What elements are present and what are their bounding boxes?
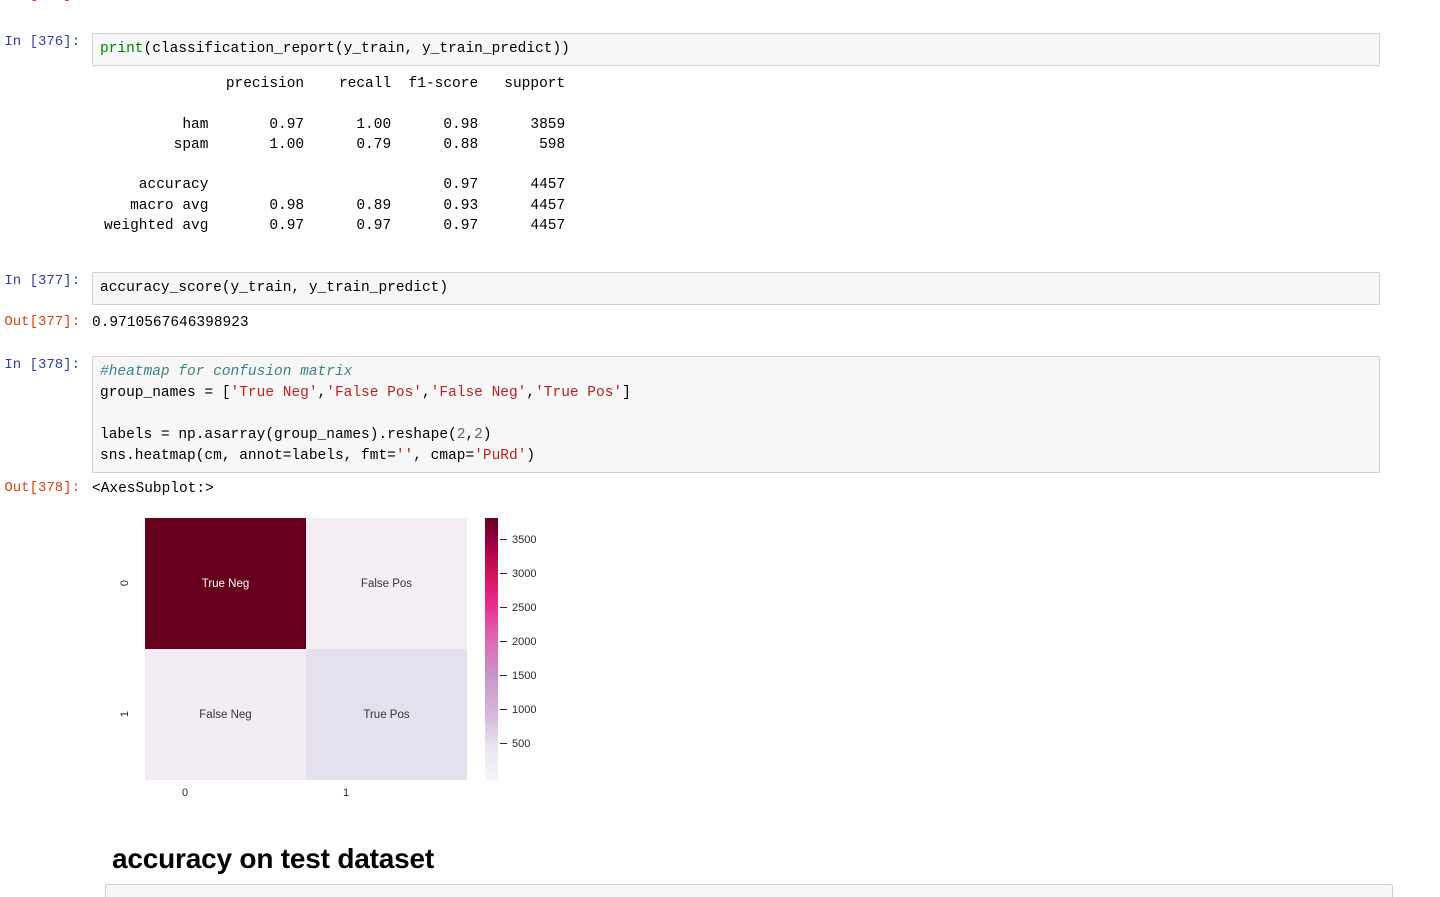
code-token: , [421, 385, 431, 401]
code-input-377[interactable]: accuracy_score(y_train, y_train_predict) [92, 272, 1380, 305]
colorbar-tick-500: 500 [500, 738, 530, 750]
code-token: ] [622, 385, 631, 401]
notebook-page: Out[375]: 0.9699971774385150 In [376]: p… [0, 0, 1440, 897]
code-token: sns.heatmap(cm, annot=labels, fmt= [100, 448, 396, 464]
colorbar-tick-2500: 2500 [500, 602, 536, 614]
colorbar-tick-label: 1500 [512, 670, 537, 683]
code-token: 2 [474, 427, 483, 443]
code-token: 'PuRd' [474, 448, 527, 464]
input-row-377[interactable]: In [377]: accuracy_score(y_train, y_trai… [0, 272, 1440, 305]
heatmap-grid: True Neg False Pos False Neg True Pos [145, 518, 467, 780]
out-prompt-377: Out[377]: [4, 314, 80, 330]
code-token: #heatmap for confusion matrix [100, 364, 353, 380]
output-row-375: Out[375]: 0.9699971774385150 [0, 0, 1440, 7]
code-token-print: print [100, 41, 144, 57]
in-prompt-378: In [378]: [4, 357, 80, 373]
code-token: , cmap= [413, 448, 475, 464]
colorbar-tick-3000: 3000 [500, 568, 536, 580]
output-row-378: Out[378]: <AxesSubplot:> [0, 479, 1440, 500]
colorbar-tick-1500: 1500 [500, 670, 536, 682]
colorbar-tick-mark-icon [500, 538, 507, 540]
heatmap-colorbar [485, 518, 498, 780]
heatmap-cell-true-neg: True Neg [145, 518, 306, 649]
stream-output-376: precision recall f1-score support ham 0.… [104, 76, 566, 235]
page-title: accuracy on test dataset [112, 843, 435, 874]
out-text-378: <AxesSubplot:> [92, 481, 214, 497]
colorbar-tick-label: 2500 [512, 602, 537, 615]
confusion-matrix-heatmap: 0 1 True Neg False Pos False Neg True Po… [104, 505, 624, 815]
code-token: labels = np.asarray(group_names).reshape… [100, 427, 457, 443]
input-row-378[interactable]: In [378]: #heatmap for confusion matrix … [0, 356, 1440, 473]
input-row-376[interactable]: In [376]: print(classification_report(y_… [0, 33, 1440, 66]
code-token: 'True Pos' [535, 385, 623, 401]
colorbar-tick-mark-icon [500, 742, 507, 744]
code-token: , [317, 385, 327, 401]
code-token: group_names = [ [100, 385, 231, 401]
heatmap-cell-true-pos: True Pos [306, 649, 467, 780]
in-prompt-376: In [376]: [4, 34, 80, 50]
out-prompt-375: Out[375]: [0, 0, 92, 5]
code-token: , [465, 427, 475, 443]
heatmap-cell-false-pos: False Pos [306, 518, 467, 649]
code-token: ) [482, 427, 492, 443]
colorbar-tick-mark-icon [500, 606, 507, 608]
out-text-377: 0.9710567646398923 [92, 315, 249, 331]
colorbar-tick-label: 1000 [512, 704, 537, 717]
code-token: 'False Neg' [430, 385, 527, 401]
colorbar-tick-mark-icon [500, 572, 507, 574]
colorbar-tick-mark-icon [500, 674, 507, 676]
colorbar-tick-mark-icon [500, 708, 507, 710]
code-token-args: (classification_report(y_train, y_train_… [143, 41, 570, 57]
heatmap-ytick-0: 0 [119, 579, 131, 586]
heatmap-ytick-1: 1 [119, 710, 131, 717]
heatmap-xtick-1: 1 [342, 787, 350, 799]
colorbar-tick-label: 3500 [512, 534, 537, 547]
heatmap-xtick-0: 0 [181, 787, 189, 799]
code-token: '' [395, 448, 414, 464]
code-token: 'True Neg' [230, 385, 318, 401]
colorbar-tick-mark-icon [500, 640, 507, 642]
code-input-next[interactable] [105, 884, 1393, 897]
code-input-378[interactable]: #heatmap for confusion matrix group_name… [92, 356, 1380, 473]
code-input-376[interactable]: print(classification_report(y_train, y_t… [92, 33, 1380, 66]
code-token: 'False Pos' [326, 385, 422, 401]
colorbar-tick-1000: 1000 [500, 704, 536, 716]
out-text-375: 0.9699971774385150 [92, 0, 1440, 7]
in-prompt-377: In [377]: [4, 273, 80, 289]
out-prompt-378: Out[378]: [4, 480, 80, 496]
code-token: , [526, 385, 536, 401]
colorbar-tick-3500: 3500 [500, 534, 536, 546]
heatmap-cell-false-neg: False Neg [145, 649, 306, 780]
colorbar-tick-label: 3000 [512, 568, 537, 581]
colorbar-tick-label: 2000 [512, 636, 537, 649]
output-row-377: Out[377]: 0.9710567646398923 [0, 313, 1440, 334]
code-token: ) [526, 448, 536, 464]
colorbar-tick-2000: 2000 [500, 636, 536, 648]
colorbar-tick-label: 500 [512, 738, 531, 751]
